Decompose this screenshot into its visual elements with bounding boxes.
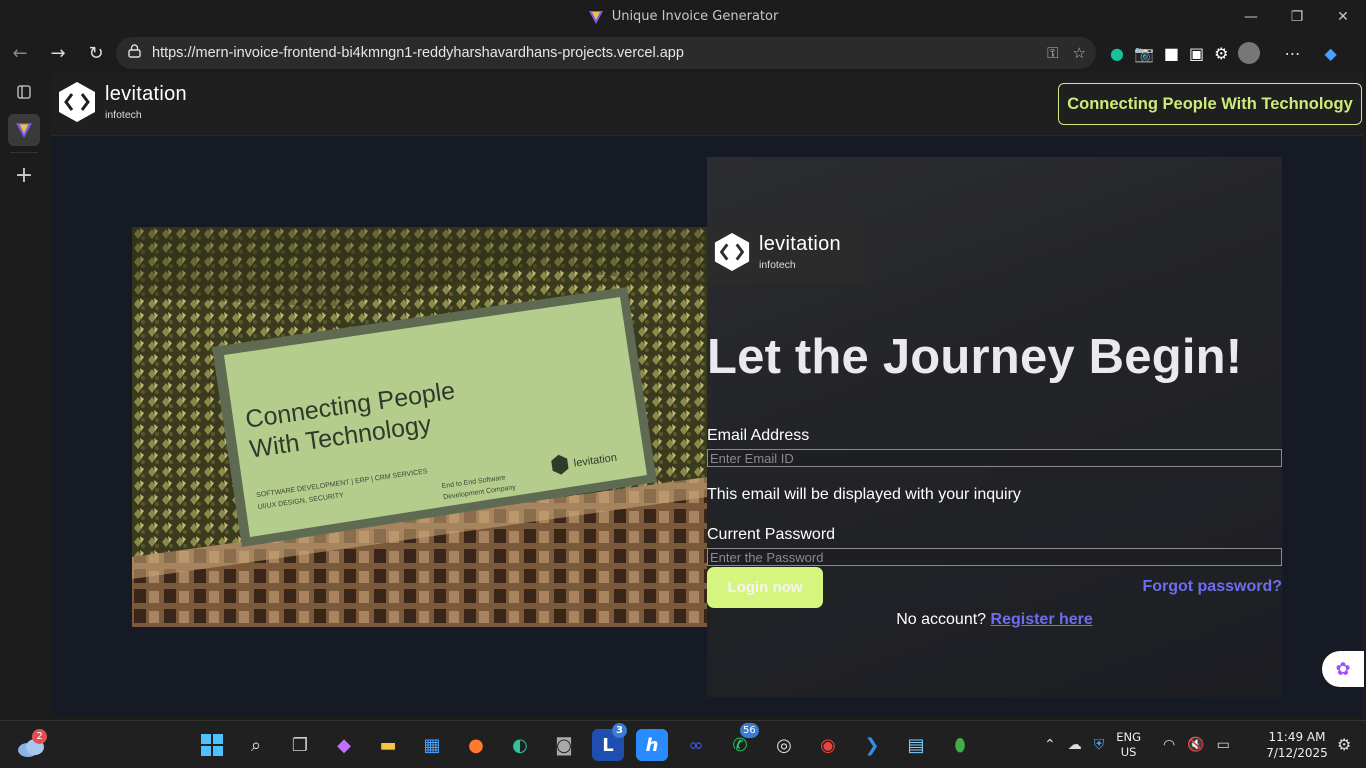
notepad-icon[interactable]: ▤ [900, 729, 932, 761]
show-hidden-icons[interactable]: ⌃ [1044, 737, 1056, 753]
tab-actions-icon[interactable] [8, 76, 40, 108]
grammarly-icon[interactable]: ● [1110, 44, 1124, 63]
forward-button[interactable]: → [40, 37, 76, 69]
edge-icon[interactable]: ◐ [504, 729, 536, 761]
hero-photo: Connecting People With Technology SOFTWA… [132, 227, 707, 627]
notifications-icon[interactable]: ⚙ [1337, 735, 1351, 754]
app-logo-icon [588, 10, 603, 24]
favorite-star-icon[interactable]: ☆ [1073, 44, 1086, 62]
brand-subtitle: infotech [105, 109, 142, 121]
levitation-logo-icon [714, 233, 750, 271]
forgot-password-link[interactable]: Forgot password? [1142, 578, 1282, 596]
address-bar-actions: ⚿ ☆ [1047, 37, 1086, 69]
new-tab-plus-icon[interactable]: + [8, 159, 40, 191]
brand-name: levitation [105, 83, 187, 105]
panel-brand-name: levitation [759, 233, 841, 255]
settings-gear-icon[interactable]: ⚙ [1214, 44, 1228, 63]
minimize-button[interactable]: — [1228, 0, 1274, 33]
close-window-button[interactable]: ✕ [1320, 0, 1366, 33]
password-label: Current Password [707, 526, 836, 543]
tagline-button[interactable]: Connecting People With Technology [1058, 83, 1362, 125]
app-header: levitation infotech Connecting People Wi… [51, 73, 1363, 136]
language-code: ENG [1116, 730, 1142, 744]
panel-brand-subtitle: infotech [759, 259, 796, 271]
taskbar-apps: ⌕ ❐ ◆ ▬ ▦ ● ◐ ◙ L3 h ∞ ✆ 56 ◎ ◉ ❯ ▤ ⬮ [196, 723, 976, 761]
copilot-icon[interactable]: ◆ [1324, 44, 1336, 63]
email-field[interactable] [707, 449, 1282, 467]
store-icon[interactable]: ▦ [416, 729, 448, 761]
battery-icon[interactable]: ▭ [1217, 737, 1230, 753]
database-app-icon[interactable]: ◎ [768, 729, 800, 761]
system-tray: ⌃ ☁ ⛨ ENG US ◠ 🔇 ▭ [1044, 729, 1230, 761]
screenshot-camera-icon[interactable]: 📷 [1134, 44, 1154, 63]
login-button[interactable]: Login now [707, 567, 823, 608]
h-app-icon[interactable]: h [636, 729, 668, 761]
web-page: levitation infotech Connecting People Wi… [51, 73, 1363, 716]
taskbar: 2 ⌕ ❐ ◆ ▬ ▦ ● ◐ ◙ L3 h ∞ ✆ 56 ◎ ◉ ❯ ▤ ⬮ ⌃… [0, 720, 1366, 768]
register-prompt: No account? Register here [707, 611, 1282, 629]
panel-brand: levitation infotech [707, 221, 865, 283]
window-icon[interactable]: ▣ [1189, 44, 1204, 63]
no-account-text: No account? [896, 611, 987, 628]
language-indicator[interactable]: ENG US [1116, 730, 1141, 760]
window-controls: — ❐ ✕ [1228, 0, 1366, 33]
more-menu-icon[interactable]: ⋯ [1284, 44, 1300, 63]
volume-muted-icon[interactable]: 🔇 [1187, 737, 1204, 753]
infinity-app-icon[interactable]: ∞ [680, 729, 712, 761]
reload-button[interactable]: ↻ [78, 37, 114, 69]
window-title: Unique Invoice Generator [611, 9, 779, 24]
register-link[interactable]: Register here [991, 611, 1093, 628]
active-tab-icon[interactable] [8, 114, 40, 146]
camera-app-icon[interactable]: ◙ [548, 729, 580, 761]
weather-widget[interactable]: 2 [16, 729, 48, 759]
clock-time: 11:49 AM [1268, 730, 1326, 744]
search-icon[interactable]: ⌕ [240, 729, 272, 761]
login-headline: Let the Journey Begin! [707, 330, 1243, 384]
vscode-icon[interactable]: ❯ [856, 729, 888, 761]
firefox-icon[interactable]: ● [460, 729, 492, 761]
weather-badge: 2 [32, 729, 47, 744]
video-record-icon[interactable]: ■ [1164, 44, 1179, 63]
whatsapp-badge: 56 [740, 723, 759, 738]
login-panel: levitation infotech Let the Journey Begi… [707, 157, 1282, 697]
wifi-icon[interactable]: ◠ [1163, 737, 1175, 753]
region-code: US [1120, 745, 1137, 759]
window-titlebar: Unique Invoice Generator — ❐ ✕ [0, 0, 1366, 33]
file-explorer-icon[interactable]: ▬ [372, 729, 404, 761]
chrome-icon[interactable]: ◉ [812, 729, 844, 761]
levitation-logo-icon [59, 82, 95, 122]
hero-photo-illustration: Connecting People With Technology SOFTWA… [132, 227, 707, 627]
clock[interactable]: 11:49 AM 7/12/2025 [1262, 729, 1332, 761]
address-bar[interactable]: https://mern-invoice-frontend-bi4kmngn1-… [116, 37, 1096, 69]
back-button[interactable]: ← [2, 37, 38, 69]
floating-assistant-icon[interactable]: ✿ [1322, 651, 1364, 687]
password-field[interactable] [707, 548, 1282, 566]
task-view-icon[interactable]: ❐ [284, 729, 316, 761]
header-brand[interactable]: levitation infotech [57, 81, 187, 123]
restore-button[interactable]: ❐ [1274, 0, 1320, 33]
url-text[interactable]: https://mern-invoice-frontend-bi4kmngn1-… [152, 45, 684, 61]
profile-avatar[interactable] [1238, 42, 1261, 64]
l-app-icon[interactable]: L3 [592, 723, 627, 761]
mongodb-icon[interactable]: ⬮ [944, 729, 976, 761]
start-windows-icon[interactable] [196, 729, 228, 761]
copilot-app-icon[interactable]: ◆ [328, 729, 360, 761]
whatsapp-icon[interactable]: ✆ 56 [724, 723, 759, 761]
email-label: Email Address [707, 427, 810, 444]
security-icon[interactable]: ⛨ [1094, 737, 1105, 753]
lock-icon[interactable] [128, 44, 150, 62]
email-hint: This email will be displayed with your i… [707, 486, 1021, 503]
onedrive-icon[interactable]: ☁ [1068, 737, 1082, 753]
browser-toolbar: ← → ↻ https://mern-invoice-frontend-bi4k… [0, 33, 1366, 73]
clock-date: 7/12/2025 [1266, 746, 1328, 760]
extension-icons: ● 📷 ■ ▣ ⚙ ⋯ ◆ [1110, 37, 1337, 69]
l-app-badge: 3 [612, 723, 627, 738]
key-icon[interactable]: ⚿ [1047, 44, 1058, 62]
vertical-tabs-sidebar: + [0, 73, 48, 720]
